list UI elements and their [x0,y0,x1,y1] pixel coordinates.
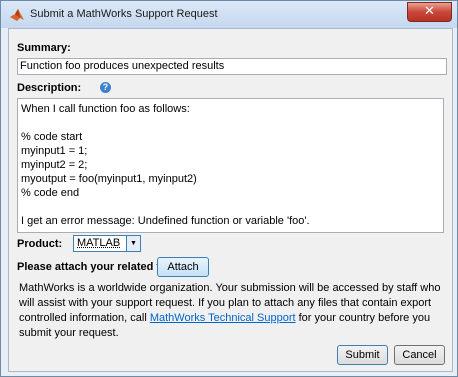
close-icon: ✕ [424,4,435,19]
cancel-button[interactable]: Cancel [394,345,445,365]
description-textarea[interactable]: When I call function foo as follows: % c… [17,98,444,233]
dialog-window: Submit a MathWorks Support Request ✕ Sum… [0,0,458,377]
close-button[interactable]: ✕ [407,2,452,22]
dialog-content: Summary: Function foo produces unexpecte… [8,28,453,372]
title-bar[interactable]: Submit a MathWorks Support Request ✕ [1,1,457,28]
info-text: MathWorks is a worldwide organization. Y… [19,281,447,341]
window-title: Submit a MathWorks Support Request [30,8,218,20]
product-dropdown[interactable]: MATLAB ▼ [73,235,141,252]
summary-input[interactable]: Function foo produces unexpected results [17,58,447,75]
product-label: Product: [17,238,63,250]
summary-label: Summary: [17,42,71,54]
submit-button[interactable]: Submit [337,345,388,365]
description-label: Description: [17,82,82,94]
chevron-down-icon[interactable]: ▼ [126,236,140,251]
help-icon[interactable]: ? [100,82,111,93]
product-selected-value: MATLAB [77,237,121,249]
support-link[interactable]: MathWorks Technical Support [150,312,296,324]
matlab-logo-icon [10,9,24,21]
attach-button[interactable]: Attach [157,257,209,277]
